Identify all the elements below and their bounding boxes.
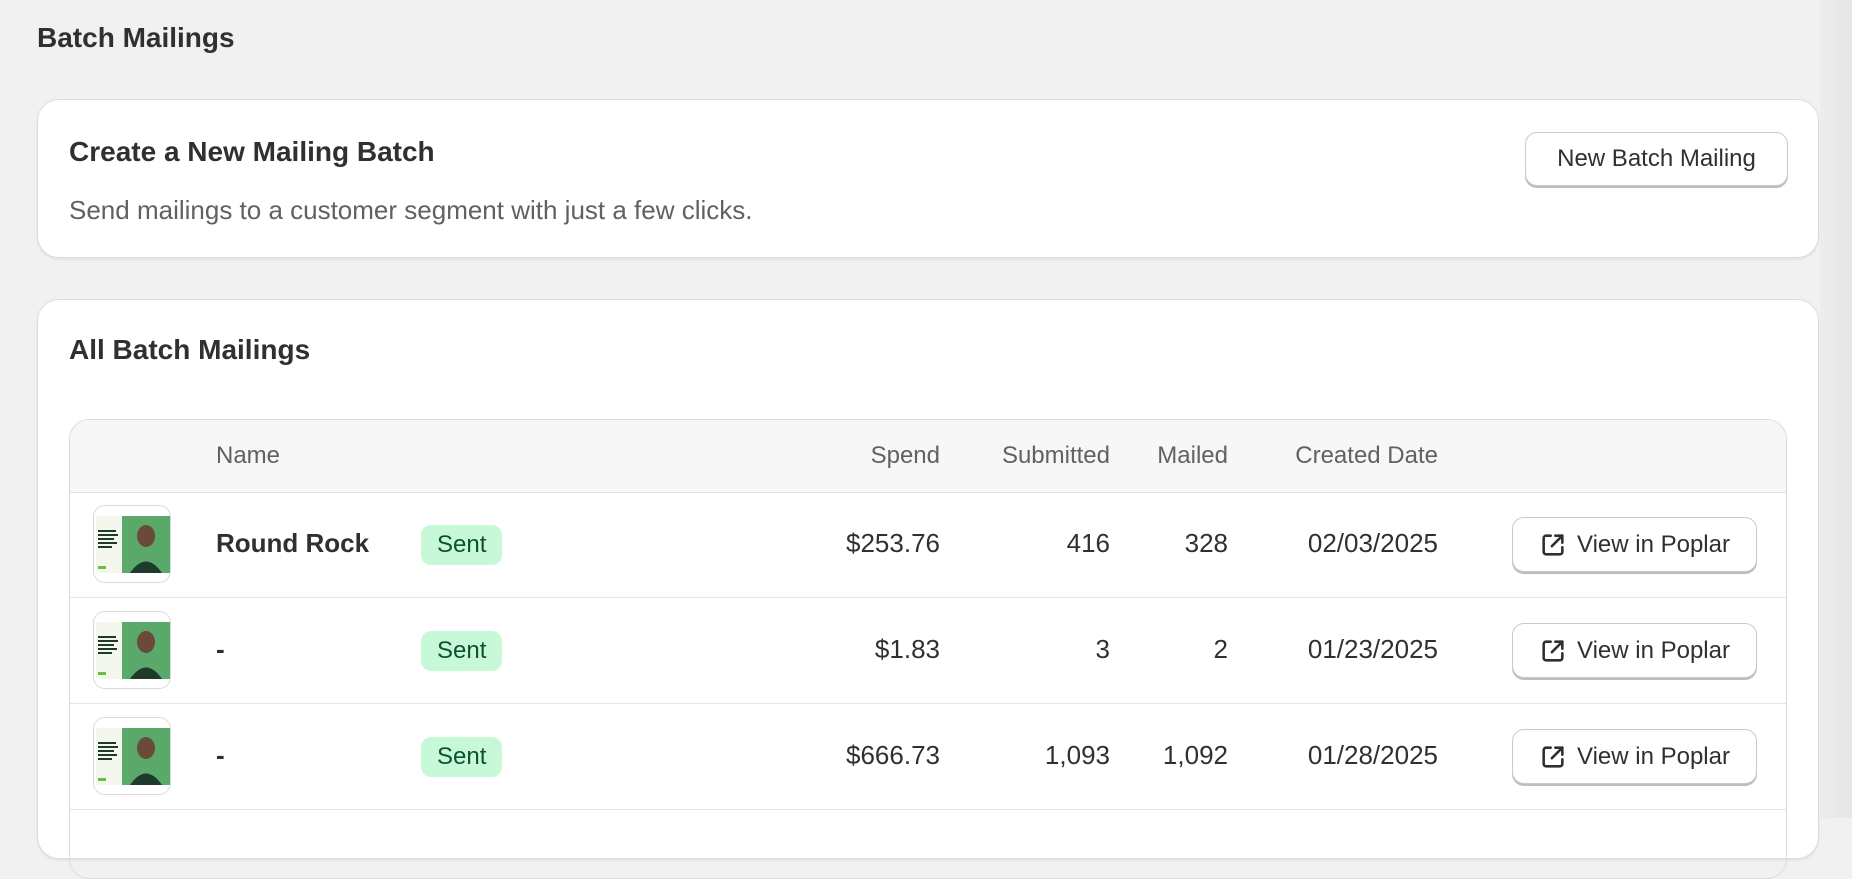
mailer-thumbnail	[93, 505, 171, 583]
create-batch-title: Create a New Mailing Batch	[69, 136, 435, 167]
page-title: Batch Mailings	[37, 22, 235, 53]
external-link-icon	[1542, 639, 1564, 662]
view-in-poplar-button[interactable]: View in Poplar	[1512, 623, 1757, 678]
view-in-poplar-label: View in Poplar	[1577, 530, 1730, 558]
column-header-name: Name	[216, 442, 281, 469]
mailer-thumbnail	[93, 611, 171, 689]
table-row: - Sent $666.73 1,093 1,092 01/28/2025 Vi…	[70, 704, 1786, 810]
mailing-name: Round Rock	[216, 528, 370, 558]
submitted-value: 416	[1066, 528, 1110, 558]
new-batch-mailing-button[interactable]: New Batch Mailing	[1525, 132, 1788, 186]
column-header-submitted: Submitted	[1001, 442, 1110, 469]
mailed-value: 328	[1184, 528, 1228, 558]
submitted-value: 3	[1095, 634, 1110, 664]
batch-mailings-table: Name Spend Submitted Mailed Created Date	[69, 419, 1787, 879]
view-in-poplar-button[interactable]: View in Poplar	[1512, 517, 1757, 572]
mailed-value: 1,092	[1162, 740, 1228, 770]
create-batch-card: Create a New Mailing Batch Send mailings…	[37, 99, 1819, 258]
mailing-name: -	[216, 634, 225, 664]
submitted-value: 1,093	[1044, 740, 1110, 770]
spend-value: $666.73	[846, 740, 940, 770]
view-in-poplar-button[interactable]: View in Poplar	[1512, 729, 1757, 784]
spend-value: $253.76	[846, 528, 940, 558]
create-batch-description: Send mailings to a customer segment with…	[69, 195, 753, 225]
mailer-thumbnail	[93, 717, 171, 795]
view-in-poplar-label: View in Poplar	[1577, 636, 1730, 664]
external-link-icon	[1542, 533, 1564, 556]
external-link-icon	[1542, 745, 1564, 768]
status-badge: Sent	[421, 737, 503, 777]
created-date-value: 02/03/2025	[1307, 528, 1438, 558]
view-in-poplar-label: View in Poplar	[1577, 742, 1730, 770]
created-date-value: 01/23/2025	[1307, 634, 1438, 664]
table-row: Round Rock Sent $253.76 416 328 02/03/20…	[70, 492, 1786, 598]
mailed-value: 2	[1213, 634, 1228, 664]
column-header-spend: Spend	[870, 442, 940, 469]
table-row: - Sent $1.83 3 2 01/23/2025 View in Popl…	[70, 598, 1786, 704]
mailing-name: -	[216, 740, 225, 770]
table-header: Name Spend Submitted Mailed Created Date	[70, 420, 1786, 493]
column-header-mailed: Mailed	[1157, 442, 1228, 469]
status-badge: Sent	[421, 631, 503, 671]
scrollbar[interactable]	[1820, 0, 1852, 818]
created-date-value: 01/28/2025	[1307, 740, 1438, 770]
all-batch-mailings-card: All Batch Mailings Name Spend Submitted …	[37, 299, 1819, 879]
spend-value: $1.83	[874, 634, 940, 664]
column-header-created-date: Created Date	[1295, 442, 1438, 469]
all-batch-mailings-title: All Batch Mailings	[69, 334, 311, 365]
status-badge: Sent	[421, 525, 503, 565]
